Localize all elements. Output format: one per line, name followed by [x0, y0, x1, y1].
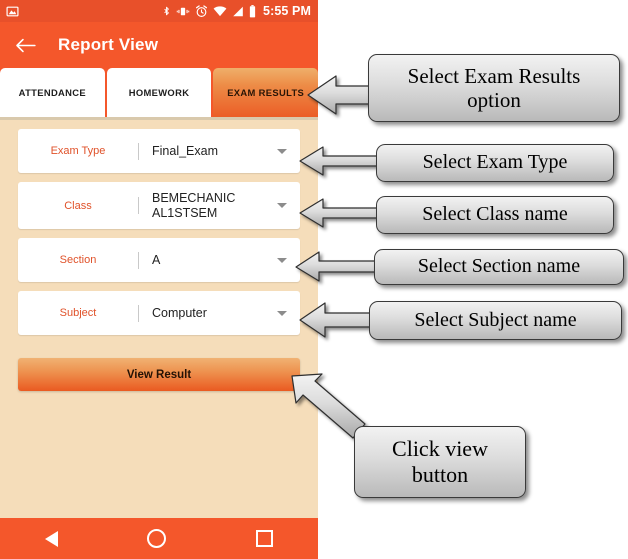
arrow-exam-type	[299, 146, 382, 176]
callout-section: Select Section name	[374, 249, 624, 285]
callout-exam-type: Select Exam Type	[376, 144, 614, 182]
callout-exam-results: Select Exam Results option	[368, 54, 620, 122]
arrow-view-button	[291, 373, 366, 439]
arrow-class	[299, 198, 382, 228]
callout-subject: Select Subject name	[369, 301, 622, 340]
arrow-section	[295, 251, 379, 282]
callout-class: Select Class name	[376, 196, 614, 234]
arrow-exam-results	[307, 75, 372, 115]
callout-view-button: Click view button	[354, 426, 526, 498]
arrow-subject	[299, 302, 380, 338]
